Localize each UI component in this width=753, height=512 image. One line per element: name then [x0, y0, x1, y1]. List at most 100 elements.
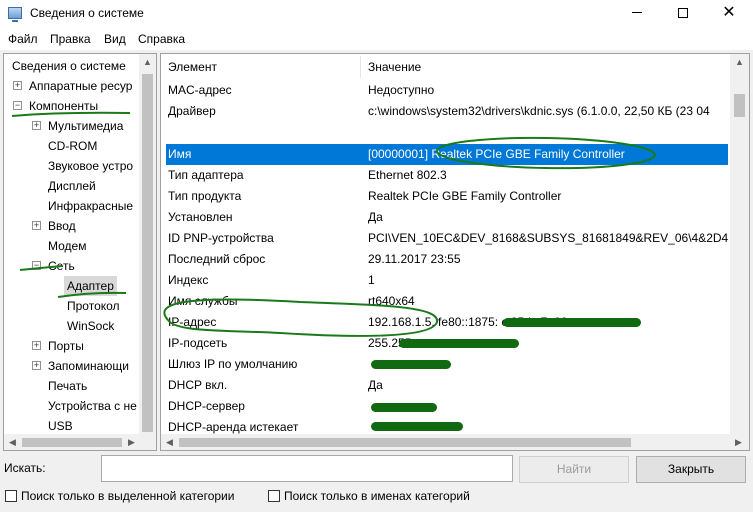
- tree-item-hardware-resources[interactable]: + Аппаратные ресур: [4, 76, 139, 96]
- expand-icon[interactable]: +: [32, 341, 41, 350]
- column-header-value[interactable]: Значение: [368, 54, 422, 80]
- list-row[interactable]: Имя службы rt640x64: [161, 291, 731, 312]
- row-name: MAC-адрес: [168, 83, 232, 97]
- list-row[interactable]: MAC-адрес Недоступно: [161, 80, 731, 101]
- menu-file[interactable]: Файл: [8, 32, 38, 46]
- menu-view[interactable]: Вид: [104, 32, 126, 46]
- search-category-names-option[interactable]: Поиск только в именах категорий: [268, 488, 508, 504]
- list-row[interactable]: ID PNP-устройства PCI\VEN_10EC&DEV_8168&…: [161, 228, 731, 249]
- menu-help[interactable]: Справка: [138, 32, 185, 46]
- tree-item-multimedia[interactable]: + Мультимедиа: [4, 116, 139, 136]
- tree-item-label: Ввод: [48, 219, 76, 233]
- expand-icon[interactable]: +: [13, 81, 22, 90]
- tree-item-cdrom[interactable]: CD-ROM: [4, 136, 139, 156]
- tree-item-label: Компоненты: [29, 99, 99, 113]
- list-row-selected[interactable]: Имя [00000001] Realtek PCIe GBE Family C…: [166, 144, 728, 165]
- tree-item-label: Печать: [48, 379, 88, 393]
- redaction-mark: [503, 318, 641, 327]
- list-row[interactable]: Установлен Да: [161, 207, 731, 228]
- tree-item-printing[interactable]: Печать: [4, 376, 139, 396]
- minimize-button[interactable]: [614, 0, 660, 28]
- tree-item-protocol[interactable]: Протокол: [4, 296, 139, 316]
- tree-item-infrared[interactable]: Инфракрасные: [4, 196, 139, 216]
- close-button[interactable]: Закрыть: [636, 456, 746, 483]
- row-value: Realtek PCIe GBE Family Controller: [368, 189, 562, 203]
- search-input[interactable]: [101, 455, 513, 482]
- scrollbar-thumb[interactable]: [734, 94, 745, 117]
- list-row-blank[interactable]: [161, 122, 731, 143]
- tree-item-input[interactable]: + Ввод: [4, 216, 139, 236]
- list-row[interactable]: Тип продукта Realtek PCIe GBE Family Con…: [161, 186, 731, 207]
- redaction-mark: [371, 360, 451, 369]
- scroll-left-arrow-icon[interactable]: ◀: [166, 437, 173, 448]
- tree-horizontal-scrollbar[interactable]: ◀ ▶: [4, 434, 156, 450]
- list-row[interactable]: Драйвер c:\windows\system32\drivers\kdni…: [161, 101, 731, 122]
- list-row[interactable]: Индекс 1: [161, 270, 731, 291]
- tree-item-label: Мультимедиа: [48, 119, 124, 133]
- tree-item-components[interactable]: − Компоненты: [4, 96, 139, 116]
- tree-vertical-scrollbar[interactable]: ▲: [139, 54, 156, 434]
- row-name: DHCP вкл.: [168, 378, 228, 392]
- tree-item-modem[interactable]: Модем: [4, 236, 139, 256]
- menu-edit[interactable]: Правка: [50, 32, 91, 46]
- collapse-icon[interactable]: −: [13, 101, 22, 110]
- row-value: 29.11.2017 23:55: [368, 252, 461, 266]
- close-window-button[interactable]: ✕: [706, 0, 752, 28]
- redaction-mark: [371, 422, 463, 431]
- scrollbar-thumb[interactable]: [22, 438, 122, 447]
- search-selected-category-option[interactable]: Поиск только в выделенной категории: [5, 488, 275, 504]
- scroll-left-arrow-icon[interactable]: ◀: [9, 437, 16, 448]
- tree-item-label: Протокол: [67, 299, 120, 313]
- row-name: Имя: [168, 147, 192, 161]
- row-value: c:\windows\system32\drivers\kdnic.sys (6…: [368, 104, 710, 118]
- tree-item-problem-devices[interactable]: Устройства с не: [4, 396, 139, 416]
- column-separator[interactable]: [360, 56, 361, 78]
- expand-icon[interactable]: +: [32, 221, 41, 230]
- title-bar: Сведения о системе ✕: [0, 0, 753, 28]
- details-list[interactable]: Элемент Значение MAC-адрес Недоступно Др…: [160, 53, 750, 451]
- scrollbar-thumb[interactable]: [142, 74, 153, 432]
- minimize-icon: [632, 12, 642, 14]
- column-header-item[interactable]: Элемент: [168, 54, 217, 80]
- tree-item-label: Инфракрасные: [48, 199, 133, 213]
- row-value: Да: [368, 378, 383, 392]
- row-value: rt640x64: [368, 294, 415, 308]
- list-vertical-scrollbar[interactable]: ▲: [730, 54, 749, 434]
- scroll-up-arrow-icon[interactable]: ▲: [143, 57, 152, 67]
- scrollbar-thumb[interactable]: [179, 438, 631, 447]
- list-row[interactable]: Тип адаптера Ethernet 802.3: [161, 165, 731, 186]
- scroll-right-arrow-icon[interactable]: ▶: [128, 437, 135, 448]
- maximize-button[interactable]: [660, 0, 706, 28]
- row-value: Недоступно: [368, 83, 435, 97]
- tree-item-adapter[interactable]: Адаптер: [4, 276, 139, 296]
- expand-icon[interactable]: +: [32, 121, 41, 130]
- tree-item-winsock[interactable]: WinSock: [4, 316, 139, 336]
- list-row[interactable]: DHCP-сервер: [161, 396, 731, 417]
- tree-item-display[interactable]: Дисплей: [4, 176, 139, 196]
- tree-item-usb[interactable]: USB: [4, 416, 139, 436]
- row-name: Последний сброс: [168, 252, 266, 266]
- expand-icon[interactable]: +: [32, 361, 41, 370]
- list-horizontal-scrollbar[interactable]: ◀ ▶: [161, 434, 749, 450]
- checkbox[interactable]: [5, 490, 17, 502]
- tree-item-system-summary[interactable]: Сведения о системе: [4, 56, 139, 76]
- row-name: IP-подсеть: [168, 336, 228, 350]
- tree-item-sound-device[interactable]: Звуковое устро: [4, 156, 139, 176]
- collapse-icon[interactable]: −: [32, 261, 41, 270]
- list-row[interactable]: DHCP вкл. Да: [161, 375, 731, 396]
- list-row[interactable]: Последний сброс 29.11.2017 23:55: [161, 249, 731, 270]
- tree-item-ports[interactable]: + Порты: [4, 336, 139, 356]
- tree-item-label: Адаптер: [64, 276, 117, 296]
- scroll-up-arrow-icon[interactable]: ▲: [735, 57, 744, 67]
- tree-item-network[interactable]: − Сеть: [4, 256, 139, 276]
- checkbox[interactable]: [268, 490, 280, 502]
- tree-item-label: CD-ROM: [48, 139, 98, 153]
- close-icon: ✕: [722, 4, 736, 21]
- find-button[interactable]: Найти: [519, 456, 629, 483]
- row-name: Тип адаптера: [168, 168, 244, 182]
- tree-item-storage[interactable]: + Запоминающи: [4, 356, 139, 376]
- category-tree[interactable]: Сведения о системе + Аппаратные ресур − …: [3, 53, 157, 451]
- row-name: Шлюз IP по умолчанию: [168, 357, 298, 371]
- list-row[interactable]: IP-адрес 192.168.1.5, fe80::1875: c:35da…: [161, 312, 731, 333]
- scroll-right-arrow-icon[interactable]: ▶: [735, 437, 742, 448]
